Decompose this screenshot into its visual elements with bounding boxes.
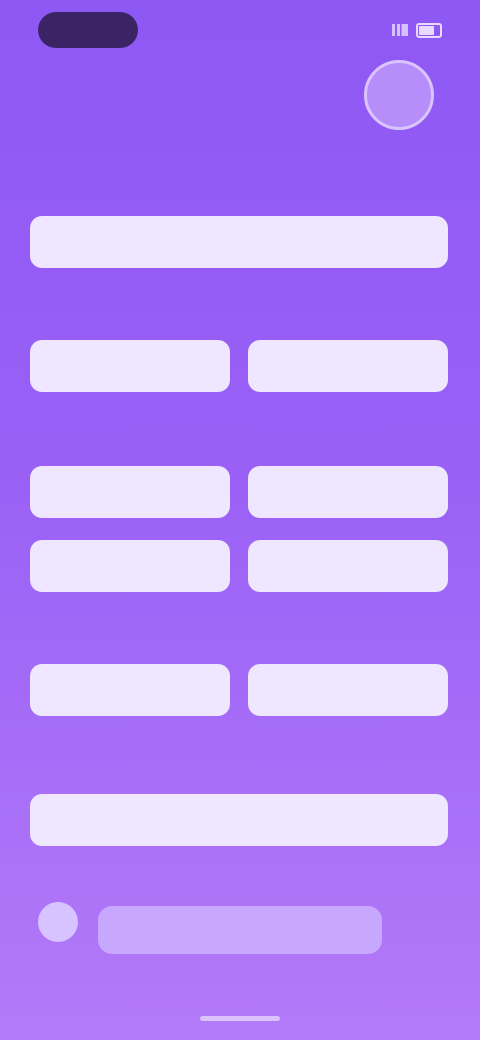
input-field-3a[interactable] xyxy=(30,466,230,518)
input-field-3c[interactable] xyxy=(30,540,230,592)
signal-icon xyxy=(392,24,408,36)
input-field-3d[interactable] xyxy=(248,540,448,592)
status-icons xyxy=(384,18,442,42)
battery-icon xyxy=(416,22,442,38)
input-field-3b[interactable] xyxy=(248,466,448,518)
input-field-5[interactable] xyxy=(30,794,448,846)
input-field-4b[interactable] xyxy=(248,664,448,716)
avatar-button[interactable] xyxy=(364,60,434,130)
secondary-circle-button[interactable] xyxy=(38,902,78,942)
primary-action-button[interactable] xyxy=(98,906,382,954)
input-field-2b[interactable] xyxy=(248,340,448,392)
status-pill xyxy=(38,12,138,48)
screen xyxy=(0,0,480,1040)
status-bar xyxy=(0,0,480,60)
home-indicator[interactable] xyxy=(200,1016,280,1021)
input-field-2a[interactable] xyxy=(30,340,230,392)
input-field-1[interactable] xyxy=(30,216,448,268)
input-field-4a[interactable] xyxy=(30,664,230,716)
